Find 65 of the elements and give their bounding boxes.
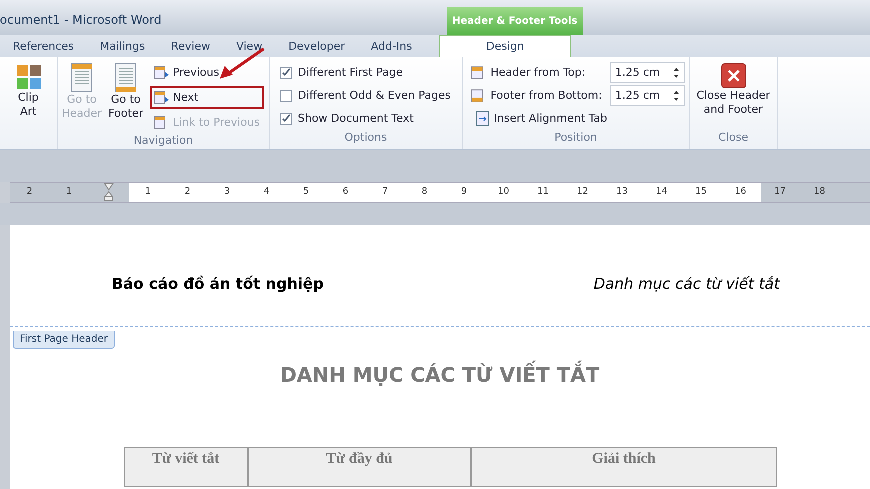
page-icon	[114, 63, 138, 93]
ribbon-tab[interactable]: Mailings	[87, 35, 158, 57]
header-text: Báo cáo đồ án tốt nghiệp	[112, 275, 324, 295]
document-heading: DANH MỤC CÁC TỪ VIẾT TẮT	[10, 363, 870, 387]
ruler-number: 2	[26, 186, 34, 199]
ribbon-tab[interactable]: Developer	[276, 35, 358, 57]
ribbon-tab[interactable]: Review	[158, 35, 224, 57]
ruler-number: 8	[405, 183, 444, 202]
insert-alignment-tab-button[interactable]: Insert Alignment Tab	[471, 107, 612, 130]
close-icon	[720, 63, 746, 89]
spinner-arrows-icon[interactable]	[673, 88, 680, 102]
table-header-cell: Từ đầy đủ	[248, 447, 471, 487]
ruler-number: 17	[774, 186, 787, 199]
ruler-number: 14	[642, 183, 682, 202]
checkbox[interactable]	[280, 112, 292, 124]
ruler-number: 1	[128, 183, 168, 202]
table-header-cell: Giải thích	[471, 447, 777, 487]
header-tag: First Page Header	[13, 331, 116, 349]
close-header-footer-button[interactable]: Close Header and Footer	[694, 61, 773, 131]
ribbon-tab[interactable]: Add-Ins	[358, 35, 426, 57]
spinner-label: Footer from Bottom:	[490, 89, 604, 102]
ruler-number: 7	[366, 183, 405, 202]
option-checkbox[interactable]: Different Odd & Even Pages	[280, 84, 458, 107]
spinner-field[interactable]: 1.25 cm	[610, 85, 686, 106]
contextual-tab-label: Header & Footer Tools	[447, 7, 583, 35]
ribbon-tab[interactable]: Design	[439, 35, 572, 57]
page-icon	[70, 63, 94, 93]
ruler-number: 10	[484, 183, 524, 202]
ribbon-tab[interactable]: View	[223, 35, 276, 57]
alignment-tab-icon	[475, 110, 491, 126]
page-arrow-icon	[154, 66, 170, 80]
ruler-number: 16	[721, 183, 760, 202]
ruler-number: 5	[286, 183, 326, 202]
checkbox[interactable]	[280, 66, 292, 78]
group-label: Options	[344, 131, 388, 146]
ruler-number: 1	[65, 186, 74, 199]
window-title: ocument1 - Microsoft Word	[0, 13, 163, 29]
option-checkbox[interactable]: Show Document Text	[280, 107, 458, 130]
ruler-number: 15	[682, 183, 721, 202]
spinner-label: Header from Top:	[490, 66, 587, 79]
option-checkbox[interactable]: Different First Page	[280, 61, 458, 84]
indent-marker-icon[interactable]	[104, 183, 114, 202]
clip-art-icon	[14, 63, 42, 91]
table-header-cell: Từ viết tắt	[124, 447, 248, 487]
ruler-number: 12	[563, 183, 602, 202]
ruler-number: 3	[208, 183, 247, 202]
group-label: Navigation	[132, 134, 194, 149]
page-arrow-icon	[154, 90, 170, 104]
ruler-number: 18	[813, 186, 826, 199]
clip-art-button[interactable]: Clip Art	[8, 61, 48, 131]
spinner-arrows-icon[interactable]	[673, 66, 680, 80]
header-text: Danh mục các từ viết tắt	[594, 275, 780, 295]
navigation-button[interactable]: Next	[150, 86, 264, 109]
spinner-field[interactable]: 1.25 cm	[610, 62, 686, 83]
ruler-number: 2	[168, 183, 208, 202]
ruler-number: 13	[602, 183, 642, 202]
ruler-number: 4	[247, 183, 286, 202]
ruler-number: 11	[524, 183, 563, 202]
group-label: Close	[718, 131, 750, 146]
checkbox[interactable]	[280, 90, 292, 102]
group-label: Position	[554, 131, 598, 146]
go-to-button[interactable]: Go to Footer	[106, 61, 146, 134]
ruler-number: 6	[326, 183, 366, 202]
ribbon-tab[interactable]: References	[0, 35, 88, 57]
ruler-number: 9	[444, 183, 484, 202]
